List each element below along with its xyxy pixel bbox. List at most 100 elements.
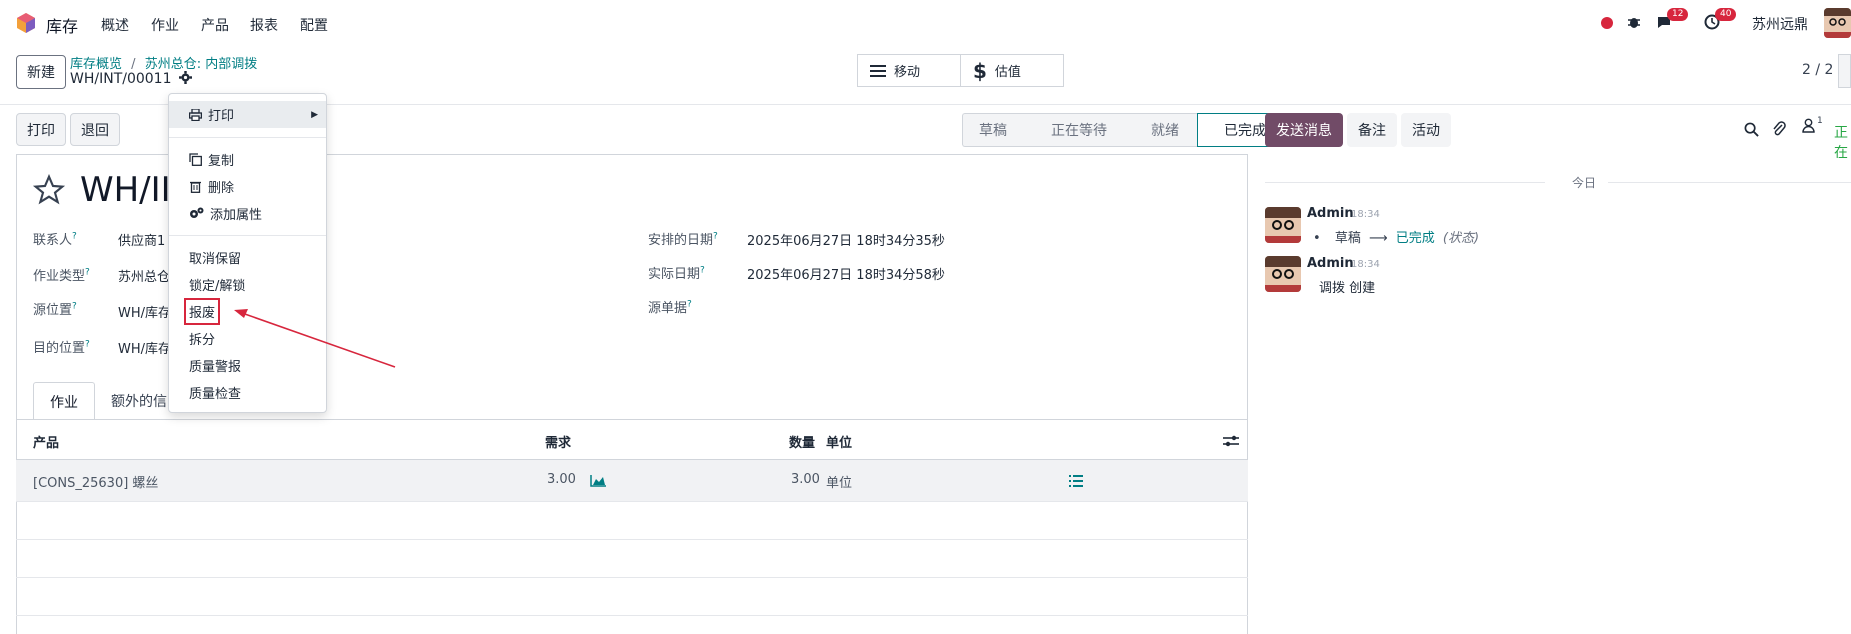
menu-separator xyxy=(169,235,326,236)
menu-item-quality-check[interactable]: 质量检查 xyxy=(169,379,326,406)
col-quantity[interactable]: 数量 xyxy=(789,432,815,451)
message-avatar[interactable] xyxy=(1265,256,1301,292)
activity-button[interactable]: 活动 xyxy=(1401,113,1451,147)
cogs-icon xyxy=(190,207,204,218)
status-ready[interactable]: 就绪 xyxy=(1125,113,1197,147)
message-author[interactable]: Admin xyxy=(1307,256,1354,271)
search-icon[interactable] xyxy=(1744,122,1759,137)
avatar-face-icon xyxy=(1265,256,1301,292)
menu-item-delete[interactable]: 删除 xyxy=(169,173,326,200)
record-ref-text: WH/INT/00011 xyxy=(70,71,172,87)
log-note-button[interactable]: 备注 xyxy=(1347,113,1397,147)
status-waiting[interactable]: 正在等待 xyxy=(1025,113,1125,147)
operation-type-label-text: 作业类型 xyxy=(33,269,86,284)
status-draft[interactable]: 草稿 xyxy=(962,113,1025,147)
bullet-icon: • xyxy=(1313,231,1321,246)
col-uom[interactable]: 单位 xyxy=(826,432,852,451)
pager[interactable]: 2 / 2 xyxy=(1802,62,1833,78)
followers-button[interactable]: 1 xyxy=(1802,116,1823,137)
user-avatar[interactable] xyxy=(1824,8,1851,38)
inventory-app-icon[interactable] xyxy=(16,12,36,34)
avatar-face-icon xyxy=(1824,8,1851,38)
menu-configuration[interactable]: 配置 xyxy=(300,15,328,35)
details-list-icon[interactable] xyxy=(1069,475,1083,487)
destination-location-label-text: 目的位置 xyxy=(33,341,86,356)
help-mark: ? xyxy=(85,339,90,350)
return-button[interactable]: 退回 xyxy=(70,113,120,146)
col-product[interactable]: 产品 xyxy=(33,432,59,451)
menu-overview[interactable]: 概述 xyxy=(101,15,129,35)
table-empty-row xyxy=(16,540,1248,578)
help-mark: ? xyxy=(72,301,77,312)
dollar-icon: $ xyxy=(973,58,987,83)
column-settings-icon[interactable] xyxy=(1223,434,1239,448)
activities-badge: 40 xyxy=(1715,8,1737,21)
col-demand[interactable]: 需求 xyxy=(545,432,571,451)
messages-button[interactable]: 12 xyxy=(1656,8,1689,32)
company-switcher[interactable]: 苏州远鼎 xyxy=(1752,14,1808,34)
send-message-button[interactable]: 发送消息 xyxy=(1265,113,1343,147)
annotation-arrow-icon xyxy=(234,309,396,368)
date-done-label: 实际日期? xyxy=(648,263,705,282)
help-mark: ? xyxy=(85,267,90,278)
status-bar: 草稿 正在等待 就绪 已完成 xyxy=(962,113,1285,147)
menu-operations[interactable]: 作业 xyxy=(151,15,179,35)
record-title: WH/II xyxy=(80,170,171,210)
day-divider-left xyxy=(1265,182,1545,183)
source-location-label-text: 源位置 xyxy=(33,303,73,318)
table-row[interactable]: [CONS_25630] 螺丝 3.00 3.00 单位 xyxy=(16,460,1248,502)
day-separator: 今日 xyxy=(1572,176,1597,190)
operation-type-field[interactable]: 苏州总仓 xyxy=(118,266,170,285)
tracking-field: (状态) xyxy=(1442,231,1480,246)
menu-item-lock-unlock[interactable]: 锁定/解锁 xyxy=(169,271,326,298)
star-icon[interactable] xyxy=(32,174,66,206)
message-author[interactable]: Admin xyxy=(1307,206,1354,221)
scheduled-date-label-text: 安排的日期 xyxy=(648,233,714,248)
menu-item-print-label: 打印 xyxy=(208,109,235,124)
top-navbar: 库存 概述 作业 产品 报表 配置 12 40 苏州远鼎 xyxy=(0,0,1851,46)
bars-icon xyxy=(870,64,886,77)
row-quantity[interactable]: 3.00 xyxy=(791,472,820,487)
destination-location-field[interactable]: WH/库存 xyxy=(118,338,171,357)
valuation-smart-button[interactable]: $ 估值 xyxy=(960,55,1063,86)
forecast-chart-icon[interactable] xyxy=(590,474,607,487)
moves-smart-button[interactable]: 移动 xyxy=(858,55,960,86)
new-button[interactable]: 新建 xyxy=(16,55,66,89)
gear-icon[interactable] xyxy=(178,71,192,84)
menu-item-print[interactable]: 打印 ▶ xyxy=(169,101,326,128)
help-mark: ? xyxy=(687,299,692,310)
date-done-field[interactable]: 2025年06月27日 18时34分58秒 xyxy=(747,264,945,283)
menu-item-add-property[interactable]: 添加属性 xyxy=(169,200,326,227)
breadcrumb-current[interactable]: 苏州总仓: 内部调拨 xyxy=(145,57,258,72)
print-button[interactable]: 打印 xyxy=(16,113,66,146)
debug-bug-icon[interactable] xyxy=(1627,15,1641,29)
contact-field[interactable]: 供应商1 xyxy=(118,230,165,249)
menu-reporting[interactable]: 报表 xyxy=(250,15,278,35)
record-dot-icon[interactable] xyxy=(1601,17,1613,29)
tracking-new: 已完成 xyxy=(1395,231,1435,246)
source-location-field[interactable]: WH/库存 xyxy=(118,302,171,321)
app-name[interactable]: 库存 xyxy=(46,13,78,37)
menu-item-duplicate-label: 复制 xyxy=(208,154,235,169)
row-uom: 单位 xyxy=(826,476,853,491)
trash-icon xyxy=(190,181,201,193)
row-product[interactable]: [CONS_25630] 螺丝 xyxy=(33,472,158,491)
tab-operations[interactable]: 作业 xyxy=(33,382,95,420)
messages-badge: 12 xyxy=(1667,8,1689,21)
menu-products[interactable]: 产品 xyxy=(201,15,229,35)
pager-next-button[interactable] xyxy=(1838,54,1851,88)
menu-separator xyxy=(169,137,326,138)
scheduled-date-field[interactable]: 2025年06月27日 18时34分35秒 xyxy=(747,230,945,249)
table-empty-row xyxy=(16,502,1248,540)
breadcrumb-root[interactable]: 库存概览 xyxy=(70,57,122,72)
activities-button[interactable]: 40 xyxy=(1704,8,1737,32)
paperclip-icon[interactable] xyxy=(1772,121,1786,137)
arrow-right-icon: ⟶ xyxy=(1368,231,1388,246)
menu-item-duplicate[interactable]: 复制 xyxy=(169,146,326,173)
day-divider-right xyxy=(1608,182,1851,183)
message-avatar[interactable] xyxy=(1265,207,1301,243)
tracking-old: 草稿 xyxy=(1334,231,1361,246)
menu-item-unreserve[interactable]: 取消保留 xyxy=(169,244,326,271)
message-body: 调拨 创建 xyxy=(1319,281,1376,296)
user-icon xyxy=(1802,118,1815,133)
